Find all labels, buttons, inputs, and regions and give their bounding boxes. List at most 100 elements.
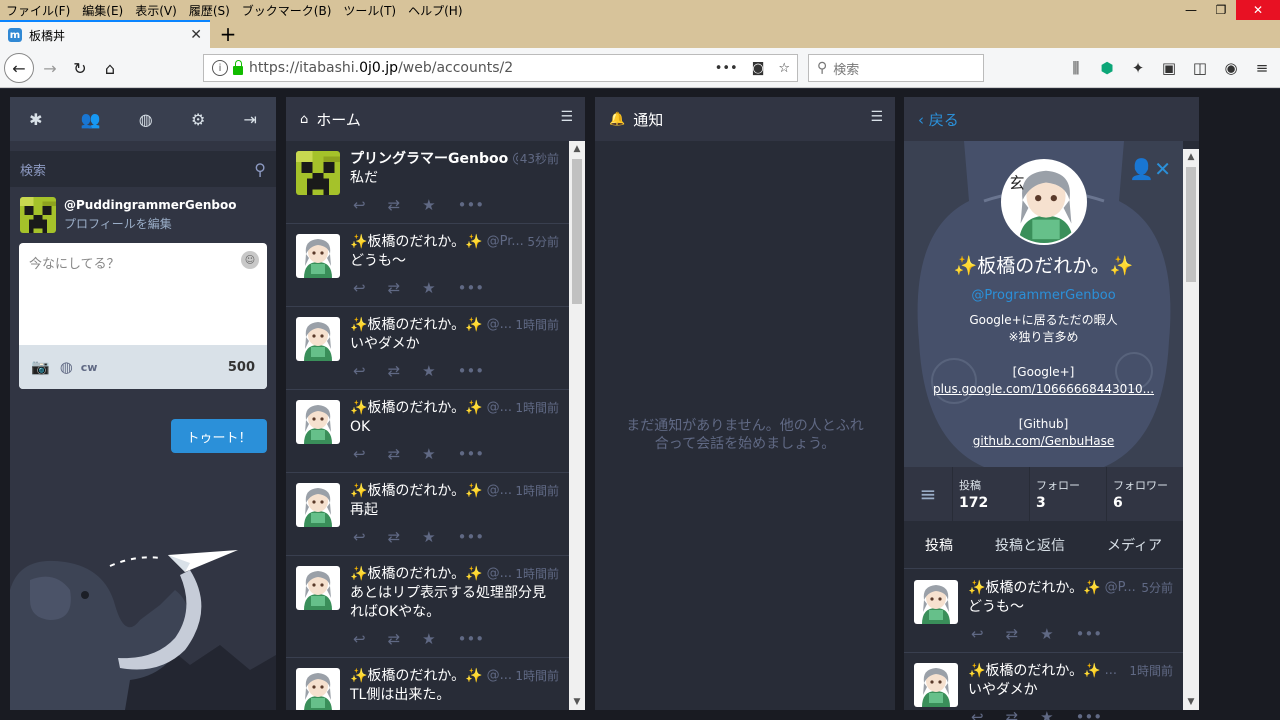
- column-settings-icon[interactable]: ☰: [560, 109, 573, 125]
- search-bar[interactable]: ⚲ 検索: [808, 54, 984, 82]
- account-timeline[interactable]: ✨板橋のだれか。✨ @P... 5分前 どうも～ ↩ ⇄ ★ ••• ✨板橋のだ…: [904, 570, 1183, 720]
- menu-item[interactable]: 表示(V): [129, 2, 183, 19]
- hamburger-menu-icon[interactable]: ≡: [1252, 58, 1272, 78]
- reload-icon[interactable]: ↻: [66, 54, 94, 82]
- scroll-thumb[interactable]: [1186, 167, 1196, 282]
- reply-icon[interactable]: ↩: [353, 279, 366, 297]
- unfollow-icon[interactable]: 👤✕: [1129, 157, 1171, 181]
- url-text[interactable]: https://itabashi.0j0.jp/web/accounts/2: [249, 60, 708, 76]
- more-icon[interactable]: •••: [458, 362, 485, 380]
- status-avatar[interactable]: [914, 663, 958, 707]
- reply-icon[interactable]: ↩: [971, 708, 984, 720]
- status-avatar[interactable]: [296, 483, 340, 527]
- favourite-icon[interactable]: ★: [1040, 625, 1053, 643]
- status-item[interactable]: ✨板橋のだれか。✨ @... 1時間前 あとはリプ表示する処理部分見ればOKやな…: [286, 556, 569, 658]
- count-followers[interactable]: フォロワー 6: [1106, 467, 1183, 521]
- status-avatar[interactable]: [914, 580, 958, 624]
- status-time[interactable]: 1時間前: [515, 667, 559, 684]
- column-settings-icon[interactable]: ☰: [870, 109, 883, 125]
- minimize-icon[interactable]: —: [1176, 0, 1206, 20]
- status-time[interactable]: 1時間前: [515, 316, 559, 333]
- scroll-up-icon[interactable]: ▲: [1183, 149, 1199, 165]
- status-display-name[interactable]: ✨板橋のだれか。✨: [350, 314, 483, 334]
- boost-icon[interactable]: ⇄: [388, 362, 401, 380]
- reply-icon[interactable]: ↩: [353, 445, 366, 463]
- extension-globe-icon[interactable]: ◉: [1221, 58, 1241, 78]
- more-icon[interactable]: •••: [458, 528, 485, 546]
- logout-icon[interactable]: ⇥: [243, 110, 256, 129]
- close-window-icon[interactable]: ✕: [1236, 0, 1280, 20]
- boost-icon[interactable]: ⇄: [388, 630, 401, 648]
- status-item[interactable]: ✨板橋のだれか。✨ @P... 5分前 どうも～ ↩ ⇄ ★ •••: [904, 570, 1183, 653]
- status-display-name[interactable]: ✨板橋のだれか。✨: [350, 480, 483, 500]
- more-icon[interactable]: •••: [1076, 625, 1103, 643]
- status-item[interactable]: プリングラマーGenboo @... 43秒前 私だ ↩ ⇄ ★ •••: [286, 141, 569, 224]
- boost-icon[interactable]: ⇄: [388, 445, 401, 463]
- home-timeline[interactable]: プリングラマーGenboo @... 43秒前 私だ ↩ ⇄ ★ ••• ✨板橋…: [286, 141, 569, 710]
- scroll-thumb[interactable]: [572, 159, 582, 304]
- more-icon[interactable]: •••: [458, 445, 485, 463]
- preferences-icon[interactable]: ⚙: [191, 110, 205, 129]
- status-time[interactable]: 1時間前: [515, 399, 559, 416]
- favourite-icon[interactable]: ★: [422, 630, 435, 648]
- status-item[interactable]: ✨板橋のだれか。✨ @... 1時間前 再起 ↩ ⇄ ★ •••: [286, 473, 569, 556]
- forward-icon[interactable]: →: [36, 54, 64, 82]
- more-icon[interactable]: •••: [1076, 708, 1103, 720]
- status-display-name[interactable]: ✨板橋のだれか。✨: [350, 397, 483, 417]
- boost-icon[interactable]: ⇄: [1006, 708, 1019, 720]
- bio-github-link[interactable]: github.com/GenbuHase: [904, 433, 1183, 450]
- bookmark-star-icon[interactable]: ☆: [778, 61, 790, 76]
- status-display-name[interactable]: ✨板橋のだれか。✨: [968, 660, 1101, 680]
- self-avatar[interactable]: [20, 197, 56, 233]
- boost-icon[interactable]: ⇄: [388, 528, 401, 546]
- status-display-name[interactable]: プリングラマーGenboo: [350, 148, 508, 168]
- self-name[interactable]: @PuddingrammerGenboo: [64, 198, 236, 212]
- home-scrollbar[interactable]: ▲ ▼: [569, 141, 585, 710]
- reply-icon[interactable]: ↩: [353, 196, 366, 214]
- toot-button[interactable]: トゥート！: [171, 419, 267, 453]
- more-icon[interactable]: •••: [458, 630, 485, 648]
- sidebar-icon[interactable]: ◫: [1190, 58, 1210, 78]
- status-item[interactable]: ✨板橋のだれか。✨ ... 1時間前 いやダメか ↩ ⇄ ★ •••: [904, 653, 1183, 720]
- status-avatar[interactable]: [296, 566, 340, 610]
- menu-item[interactable]: 編集(E): [76, 2, 129, 19]
- status-display-name[interactable]: ✨板橋のだれか。✨: [350, 231, 483, 251]
- status-item[interactable]: ✨板橋のだれか。✨ @... 1時間前 TL側は出来た。 ↩ ⇄ ★ •••: [286, 658, 569, 710]
- edit-profile-link[interactable]: プロフィールを編集: [64, 215, 236, 232]
- menu-item[interactable]: ヘルプ(H): [402, 2, 468, 19]
- profile-avatar[interactable]: 玄: [1001, 159, 1087, 245]
- notifications-column-header[interactable]: 🔔 通知 ☰: [595, 97, 895, 141]
- menu-item[interactable]: ファイル(F): [0, 2, 76, 19]
- favourite-icon[interactable]: ★: [1040, 708, 1053, 720]
- status-item[interactable]: ✨板橋のだれか。✨ @... 1時間前 OK ↩ ⇄ ★ •••: [286, 390, 569, 473]
- menu-item[interactable]: ツール(T): [337, 2, 402, 19]
- status-avatar[interactable]: [296, 151, 340, 195]
- reply-icon[interactable]: ↩: [353, 362, 366, 380]
- favourite-icon[interactable]: ★: [422, 528, 435, 546]
- restore-icon[interactable]: ❐: [1206, 0, 1236, 20]
- home-column-header[interactable]: ⌂ ホーム ☰: [286, 97, 585, 141]
- favourite-icon[interactable]: ★: [422, 362, 435, 380]
- scroll-down-icon[interactable]: ▼: [569, 694, 585, 710]
- emoji-picker-icon[interactable]: ☺: [241, 251, 259, 269]
- bio-google-link[interactable]: plus.google.com/10666668443010...: [904, 381, 1183, 398]
- library-icon[interactable]: ⫼: [1066, 58, 1086, 78]
- local-timeline-icon[interactable]: 👥: [81, 110, 101, 129]
- scroll-down-icon[interactable]: ▼: [1183, 694, 1199, 710]
- home-icon[interactable]: ⌂: [96, 54, 124, 82]
- tab-posts[interactable]: 投稿: [925, 535, 953, 555]
- status-time[interactable]: 1時間前: [1129, 662, 1173, 679]
- reply-icon[interactable]: ↩: [971, 625, 984, 643]
- boost-icon[interactable]: ⇄: [388, 279, 401, 297]
- federated-timeline-icon[interactable]: ◍: [139, 110, 153, 129]
- account-scrollbar[interactable]: ▲ ▼: [1183, 149, 1199, 710]
- status-time[interactable]: 5分前: [527, 233, 559, 250]
- compose-textarea[interactable]: 今なにしてる？: [19, 243, 267, 282]
- tab-posts-and-replies[interactable]: 投稿と返信: [995, 535, 1065, 555]
- back-button[interactable]: ‹ 戻る: [918, 109, 959, 130]
- status-avatar[interactable]: [296, 317, 340, 361]
- cw-button[interactable]: cw: [81, 361, 98, 374]
- status-display-name[interactable]: ✨板橋のだれか。✨: [350, 665, 483, 685]
- menu-item[interactable]: 履歴(S): [183, 2, 236, 19]
- reply-icon[interactable]: ↩: [353, 528, 366, 546]
